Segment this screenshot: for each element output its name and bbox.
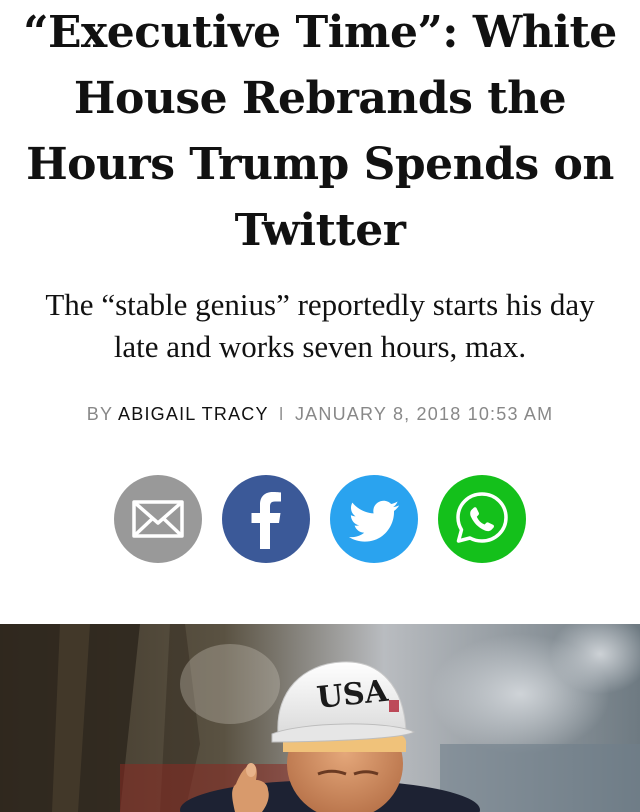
share-email-button[interactable] (114, 475, 202, 563)
share-facebook-button[interactable] (222, 475, 310, 563)
byline-author[interactable]: ABIGAIL TRACY (118, 404, 268, 424)
whatsapp-phone-icon (438, 475, 526, 563)
share-buttons (0, 475, 640, 563)
byline-prefix: BY (86, 404, 113, 424)
byline-separator: I (278, 404, 285, 424)
share-whatsapp-button[interactable] (438, 475, 526, 563)
cap-text: USA (315, 674, 390, 716)
share-twitter-button[interactable] (330, 475, 418, 563)
hero-photo: USA (0, 624, 640, 812)
hero-image[interactable]: USA (0, 624, 640, 812)
article-headline: “Executive Time”: White House Rebrands t… (23, 7, 617, 256)
byline-date: JANUARY 8, 2018 10:53 AM (294, 404, 554, 424)
byline: BY ABIGAIL TRACY I JANUARY 8, 2018 10:53… (0, 404, 640, 425)
facebook-f-icon (222, 475, 310, 563)
twitter-bird-icon (330, 475, 418, 563)
article-dek: The “stable genius” reportedly starts hi… (45, 287, 595, 364)
envelope-icon (114, 475, 202, 563)
